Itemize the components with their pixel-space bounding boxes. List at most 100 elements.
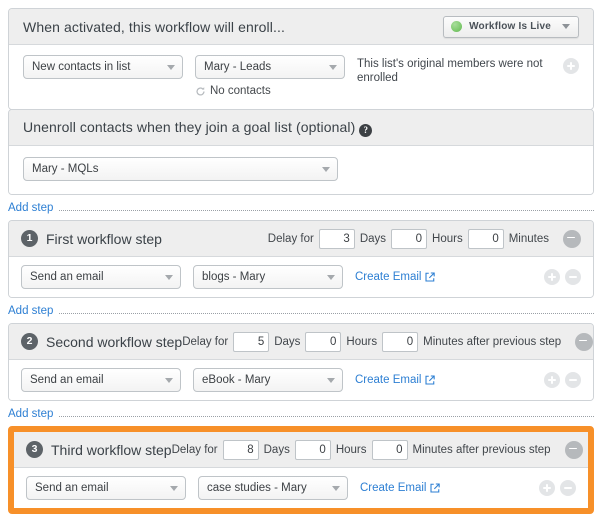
plus-circle-icon[interactable] xyxy=(544,372,560,388)
trigger-list-select[interactable]: Mary - Leads xyxy=(195,55,345,79)
trigger-type-select[interactable]: New contacts in list xyxy=(23,55,183,79)
step-1-body: Send an email blogs - Mary Create Email xyxy=(9,257,593,297)
step-3-row-actions xyxy=(539,480,576,496)
enrollment-header: When activated, this workflow will enrol… xyxy=(9,9,593,45)
workflow-step-3-highlight: 3 Third workflow step Delay for Days Hou… xyxy=(8,426,594,514)
step-1-create-email-link[interactable]: Create Email xyxy=(355,271,436,283)
refresh-icon xyxy=(195,86,206,97)
step-3-delay-minutes-input[interactable] xyxy=(371,439,408,460)
enrollment-body: New contacts in list Mary - Leads No con… xyxy=(9,45,593,109)
step-3-create-email-link[interactable]: Create Email xyxy=(360,482,441,494)
chevron-down-icon xyxy=(165,275,173,280)
status-dot-icon xyxy=(451,21,463,32)
step-2-delay-days-input[interactable] xyxy=(233,331,270,352)
step-2-delay-minutes-input[interactable] xyxy=(382,331,419,352)
step-2-action-value: Send an email xyxy=(30,374,104,386)
step-3-remove-button[interactable] xyxy=(564,440,583,459)
step-3-email-value: case studies - Mary xyxy=(207,482,307,494)
step-1-row-actions xyxy=(544,269,581,285)
step-2-body: Send an email eBook - Mary Create Email xyxy=(9,360,593,400)
goal-title-text: Unenroll contacts when they join a goal … xyxy=(23,118,356,135)
trigger-list-value: Mary - Leads xyxy=(204,61,272,73)
hours-label: Hours xyxy=(432,232,463,245)
step-3-delay-days-input[interactable] xyxy=(222,439,259,460)
add-step-separator: Add step xyxy=(8,406,594,422)
step-2-email-select[interactable]: eBook - Mary xyxy=(193,368,343,392)
chevron-down-icon xyxy=(165,378,173,383)
step-1-delay-days-input[interactable] xyxy=(318,228,355,249)
step-2-create-email-link[interactable]: Create Email xyxy=(355,374,436,386)
step-1-action-value: Send an email xyxy=(30,271,104,283)
step-1-delay-hours-input[interactable] xyxy=(391,228,428,249)
help-circle-icon[interactable]: ? xyxy=(359,123,373,137)
create-email-label: Create Email xyxy=(355,271,422,283)
goal-body: Mary - MQLs xyxy=(9,146,593,194)
days-label: Days xyxy=(359,232,387,245)
contacts-status: No contacts xyxy=(195,85,345,97)
hours-label: Hours xyxy=(346,335,378,348)
step-1-delay-minutes-input[interactable] xyxy=(467,228,504,249)
step-3-delay-hours-input[interactable] xyxy=(294,439,331,460)
chevron-down-icon xyxy=(327,275,335,280)
step-2-action-select[interactable]: Send an email xyxy=(21,368,181,392)
step-1-action-select[interactable]: Send an email xyxy=(21,265,181,289)
add-step-link[interactable]: Add step xyxy=(8,202,53,214)
workflow-step-2: 2 Second workflow step Delay for Days Ho… xyxy=(8,323,594,401)
goal-list-select[interactable]: Mary - MQLs xyxy=(23,157,338,181)
enrollment-row: New contacts in list Mary - Leads No con… xyxy=(23,55,579,97)
step-3-body: Send an email case studies - Mary Create… xyxy=(14,468,588,508)
minutes-label: Minutes after previous step xyxy=(423,335,562,348)
workflow-editor: When activated, this workflow will enrol… xyxy=(0,0,602,530)
minus-circle-icon[interactable] xyxy=(560,480,576,496)
add-trigger-button[interactable] xyxy=(563,55,579,74)
workflow-step-1: 1 First workflow step Delay for Days Hou… xyxy=(8,220,594,298)
step-3-delay-group: Delay for Days Hours Minutes after previ… xyxy=(171,439,551,460)
dotted-divider xyxy=(59,209,594,211)
step-3-header: 3 Third workflow step Delay for Days Hou… xyxy=(14,432,588,468)
minus-circle-icon xyxy=(575,332,593,351)
step-2-header: 2 Second workflow step Delay for Days Ho… xyxy=(9,324,593,360)
step-1-number: 1 xyxy=(21,230,38,247)
step-3-action-value: Send an email xyxy=(35,482,109,494)
step-2-number: 2 xyxy=(21,333,38,350)
plus-circle-icon[interactable] xyxy=(544,269,560,285)
step-2-delay-hours-input[interactable] xyxy=(305,331,342,352)
external-link-icon xyxy=(425,375,436,385)
workflow-status-button[interactable]: Workflow Is Live xyxy=(443,15,579,38)
minus-circle-icon xyxy=(563,229,581,248)
create-email-label: Create Email xyxy=(360,482,427,494)
enrollment-note: This list's original members were not en… xyxy=(357,58,543,84)
goal-title: Unenroll contacts when they join a goal … xyxy=(23,118,373,137)
minus-circle-icon xyxy=(564,440,583,459)
chevron-down-icon xyxy=(167,65,175,70)
chevron-down-icon xyxy=(329,65,337,70)
plus-circle-icon xyxy=(563,58,579,74)
step-1-email-select[interactable]: blogs - Mary xyxy=(193,265,343,289)
plus-circle-icon[interactable] xyxy=(539,480,555,496)
step-3-action-select[interactable]: Send an email xyxy=(26,476,186,500)
step-1-remove-button[interactable] xyxy=(563,229,581,248)
add-step-link[interactable]: Add step xyxy=(8,305,53,317)
step-2-email-value: eBook - Mary xyxy=(202,374,271,386)
trigger-list-column: Mary - Leads No contacts xyxy=(195,55,345,97)
minus-circle-icon[interactable] xyxy=(565,372,581,388)
external-link-icon xyxy=(430,483,441,493)
add-step-link[interactable]: Add step xyxy=(8,408,53,420)
contacts-status-label: No contacts xyxy=(210,85,271,97)
step-1-header: 1 First workflow step Delay for Days Hou… xyxy=(9,221,593,257)
goal-list-value: Mary - MQLs xyxy=(32,163,99,175)
step-2-remove-button[interactable] xyxy=(575,332,593,351)
step-2-name: Second workflow step xyxy=(46,333,183,350)
enrollment-title: When activated, this workflow will enrol… xyxy=(23,18,285,35)
goal-header: Unenroll contacts when they join a goal … xyxy=(9,110,593,146)
chevron-down-icon xyxy=(332,486,340,491)
add-step-separator: Add step xyxy=(8,303,594,319)
delay-for-label: Delay for xyxy=(267,232,314,245)
goal-card: Unenroll contacts when they join a goal … xyxy=(8,109,594,195)
external-link-icon xyxy=(425,272,436,282)
delay-for-label: Delay for xyxy=(171,443,218,456)
step-3-email-select[interactable]: case studies - Mary xyxy=(198,476,348,500)
step-2-delay-group: Delay for Days Hours Minutes after previ… xyxy=(182,331,562,352)
minus-circle-icon[interactable] xyxy=(565,269,581,285)
trigger-type-value: New contacts in list xyxy=(32,61,131,73)
